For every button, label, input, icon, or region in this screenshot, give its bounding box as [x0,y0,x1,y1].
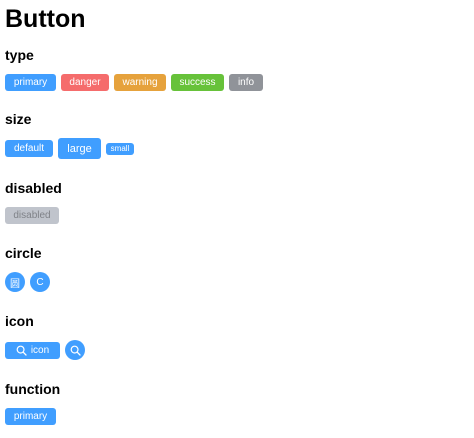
function-primary-button[interactable]: primary [5,408,56,425]
circle-search-button[interactable] [65,340,85,360]
circle-button-row: 圆 C [5,272,50,292]
section-title-circle: circle [5,245,42,261]
section-title-type: type [5,47,34,63]
circle-button-c[interactable]: C [30,272,50,292]
danger-button[interactable]: danger [61,74,109,91]
warning-button[interactable]: warning [114,74,166,91]
section-title-disabled: disabled [5,180,62,196]
page-title: Button [5,5,86,33]
section-title-icon: icon [5,313,34,329]
info-button[interactable]: info [229,74,263,91]
circle-button-yuan[interactable]: 圆 [5,272,25,292]
large-size-button[interactable]: large [58,138,101,159]
primary-button[interactable]: primary [5,74,56,91]
icon-button-row: icon [5,340,85,360]
icon-button-label: icon [30,344,50,356]
section-title-function: function [5,381,61,397]
size-button-row: default large small [5,138,134,159]
default-size-button[interactable]: default [5,140,53,157]
success-button[interactable]: success [171,74,224,91]
disabled-button-row: disabled [5,207,59,224]
type-button-row: primary danger warning success info [5,74,263,91]
disabled-button[interactable]: disabled [5,207,59,224]
small-size-button[interactable]: small [106,142,134,155]
search-icon [16,345,27,356]
icon-search-button[interactable]: icon [5,341,60,359]
function-button-row: primary [5,408,56,425]
section-title-size: size [5,111,32,127]
search-icon [70,345,81,356]
